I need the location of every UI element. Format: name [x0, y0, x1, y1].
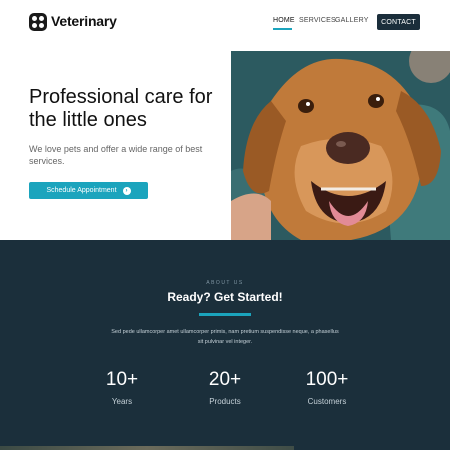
nav-services-link[interactable]: SERVICES [299, 17, 336, 24]
nav-home-link[interactable]: HOME [273, 17, 295, 24]
active-nav-indicator [273, 28, 292, 30]
schedule-appointment-label: Schedule Appointment [46, 187, 117, 194]
brand-name[interactable]: Veterinary [51, 13, 117, 29]
stat-label: Years [111, 397, 133, 406]
nav-gallery-link[interactable]: GALLERY [335, 17, 369, 24]
title-underline [199, 313, 251, 316]
schedule-appointment-button[interactable]: Schedule Appointment › [29, 182, 148, 199]
stat-number: 100+ [305, 369, 349, 390]
stat-label: Products [209, 397, 241, 406]
about-title: Ready? Get Started! [167, 290, 283, 304]
hero-subtitle: We love pets and offer a wide range of b… [29, 144, 203, 166]
stat-customers: 100+ Customers [287, 369, 367, 406]
dog-photo [231, 51, 450, 240]
contact-button[interactable]: CONTACT [377, 14, 420, 30]
gallery-image-strip [0, 446, 294, 450]
stat-number: 10+ [105, 369, 139, 390]
stat-label: Customers [307, 397, 347, 406]
site-header: Veterinary HOME SERVICES GALLERY CONTACT [0, 0, 450, 46]
stat-years: 10+ Years [82, 369, 162, 406]
stat-number: 20+ [208, 369, 242, 390]
paw-logo-icon[interactable] [29, 13, 47, 31]
stat-products: 20+ Products [185, 369, 265, 406]
arrow-right-icon: › [122, 186, 131, 195]
dog-illustration [231, 51, 450, 240]
about-text: Sed pede ullamcorper amet ullamcorper pr… [111, 329, 339, 345]
about-eyebrow: ABOUT US [206, 280, 244, 286]
hero-title: Professional care for the little ones [29, 86, 213, 131]
about-section: ABOUT US Ready? Get Started! Sed pede ul… [0, 240, 450, 450]
